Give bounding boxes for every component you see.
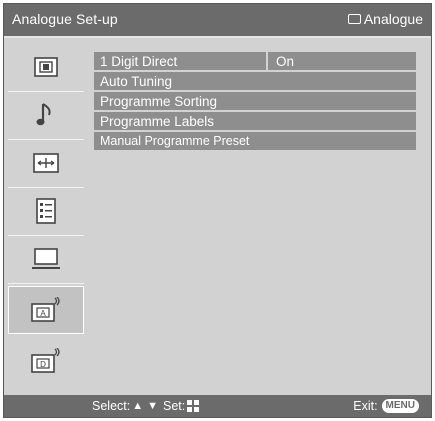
screen-icon	[347, 14, 361, 24]
menu-item-auto-tuning[interactable]: Auto Tuning	[94, 72, 416, 90]
menu-item-programme-labels[interactable]: Programme Labels	[94, 112, 416, 130]
exit-hint: Exit: MENU	[353, 399, 419, 413]
arrow-down-icon: ▼	[147, 400, 158, 412]
sidebar-item-sound[interactable]	[8, 92, 84, 138]
sidebar-item-analogue-setup[interactable]: A	[8, 286, 84, 334]
select-label: Select:	[92, 399, 131, 413]
analogue-setup-icon: A	[31, 297, 60, 322]
features-icon	[36, 198, 56, 224]
svg-text:D: D	[40, 360, 46, 369]
navigation-hint: Select: ▲ ▼ Set:	[92, 399, 200, 413]
menu-item-1-digit-direct[interactable]: 1 Digit Direct On	[94, 52, 416, 70]
tv-menu-screen: Analogue Set-up Analogue A D 1 Digit Dir…	[3, 3, 432, 418]
screen-size-icon	[33, 153, 59, 173]
sidebar-item-features[interactable]	[8, 188, 84, 234]
page-title: Analogue Set-up	[12, 11, 118, 27]
menu-item-label: Programme Sorting	[100, 93, 218, 109]
header-bar: Analogue Set-up Analogue	[4, 4, 431, 36]
sidebar-item-pc[interactable]	[8, 236, 84, 282]
sidebar-item-digital-setup[interactable]: D	[8, 338, 84, 384]
exit-label: Exit:	[353, 399, 378, 413]
menu-item-manual-programme-preset[interactable]: Manual Programme Preset	[94, 132, 416, 150]
sidebar-divider	[8, 283, 84, 284]
menu-item-programme-sorting[interactable]: Programme Sorting	[94, 92, 416, 110]
menu-item-label: Auto Tuning	[100, 73, 173, 89]
source-indicator: Analogue	[347, 11, 423, 27]
header-divider	[4, 36, 431, 38]
menu-item-value: On	[266, 52, 416, 70]
picture-icon	[34, 57, 58, 77]
digital-setup-icon: D	[31, 348, 60, 373]
enter-button-icon	[187, 400, 200, 412]
svg-text:A: A	[40, 309, 46, 318]
sound-icon	[36, 103, 51, 126]
set-label: Set:	[163, 399, 186, 413]
sidebar-item-picture[interactable]	[8, 44, 84, 90]
category-sidebar: A D	[4, 44, 88, 388]
menu-item-label: 1 Digit Direct	[100, 53, 178, 69]
menu-button-icon: MENU	[381, 399, 419, 413]
pc-icon	[32, 248, 60, 269]
sidebar-item-screen[interactable]	[8, 140, 84, 186]
menu-item-label: Programme Labels	[100, 113, 215, 129]
footer-bar: Select: ▲ ▼ Set: Exit: MENU	[4, 395, 431, 417]
arrow-up-icon: ▲	[132, 400, 144, 412]
source-label: Analogue	[363, 11, 423, 27]
menu-item-label: Manual Programme Preset	[100, 134, 250, 148]
